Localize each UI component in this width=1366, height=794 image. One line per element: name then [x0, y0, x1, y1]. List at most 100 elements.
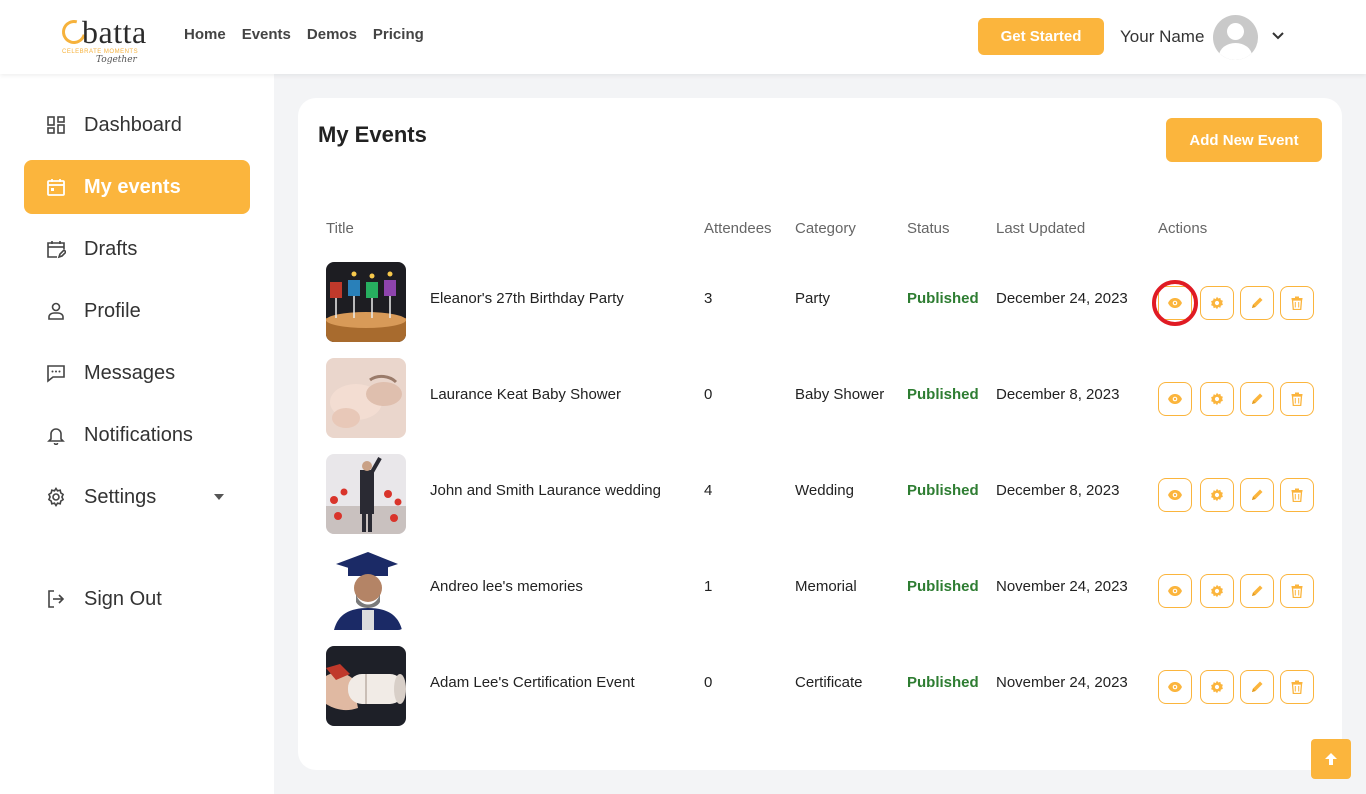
eye-icon: [1168, 586, 1182, 596]
sidebar-item-label: Profile: [84, 299, 141, 322]
event-last-updated: December 8, 2023: [996, 482, 1120, 499]
delete-button[interactable]: [1280, 382, 1314, 416]
sidebar-item-my-events[interactable]: My events: [24, 160, 250, 214]
event-attendees: 0: [704, 386, 713, 403]
nav-demos[interactable]: Demos: [307, 26, 357, 43]
sidebar-item-label: Settings: [84, 485, 157, 508]
edit-button[interactable]: [1240, 670, 1274, 704]
event-title[interactable]: John and Smith Laurance wedding: [430, 482, 661, 499]
logo-script: Together: [96, 55, 137, 65]
event-thumbnail[interactable]: [326, 262, 406, 342]
sign-out-icon: [46, 589, 66, 609]
logo-word: batta: [82, 14, 147, 50]
edit-button[interactable]: [1240, 382, 1274, 416]
event-last-updated: November 24, 2023: [996, 674, 1128, 691]
gear-icon: [46, 487, 66, 507]
settings-button[interactable]: [1200, 382, 1234, 416]
event-attendees: 0: [704, 674, 713, 691]
sidebar-item-drafts[interactable]: Drafts: [24, 222, 250, 276]
event-last-updated: December 8, 2023: [996, 386, 1120, 403]
event-title[interactable]: Adam Lee's Certification Event: [430, 674, 635, 691]
sidebar-item-label: Drafts: [84, 237, 138, 260]
sidebar-item-label: My events: [84, 175, 181, 198]
event-category: Memorial: [795, 578, 857, 595]
trash-icon: [1291, 680, 1303, 694]
column-header-attendees: Attendees: [704, 220, 772, 237]
trash-icon: [1291, 584, 1303, 598]
delete-button[interactable]: [1280, 478, 1314, 512]
nav-events[interactable]: Events: [242, 26, 291, 43]
get-started-button[interactable]: Get Started: [978, 18, 1104, 55]
gear-icon: [1211, 392, 1223, 406]
sidebar-item-dashboard[interactable]: Dashboard: [24, 98, 250, 152]
column-header-status: Status: [907, 220, 950, 237]
status-badge: Published: [907, 386, 979, 403]
table-row: John and Smith Laurance wedding 4 Weddin…: [298, 454, 1342, 534]
sidebar-item-settings[interactable]: Settings: [24, 470, 250, 524]
scroll-to-top-button[interactable]: [1311, 739, 1351, 779]
settings-button[interactable]: [1200, 574, 1234, 608]
avatar[interactable]: [1213, 15, 1258, 60]
dashboard-icon: [46, 115, 66, 135]
nav-pricing[interactable]: Pricing: [373, 26, 424, 43]
event-category: Certificate: [795, 674, 863, 691]
trash-icon: [1291, 296, 1303, 310]
event-title[interactable]: Laurance Keat Baby Shower: [430, 386, 621, 403]
event-thumbnail[interactable]: [326, 646, 406, 726]
pencil-icon: [1252, 297, 1263, 308]
pencil-icon: [1252, 681, 1263, 692]
view-button[interactable]: [1158, 286, 1192, 320]
sidebar-item-notifications[interactable]: Notifications: [24, 408, 250, 462]
edit-button[interactable]: [1240, 478, 1274, 512]
add-new-event-button[interactable]: Add New Event: [1166, 118, 1322, 162]
pencil-icon: [1252, 393, 1263, 404]
column-header-category: Category: [795, 220, 856, 237]
sidebar-item-sign-out[interactable]: Sign Out: [24, 572, 250, 626]
settings-button[interactable]: [1200, 478, 1234, 512]
eye-icon: [1168, 682, 1182, 692]
nav-home[interactable]: Home: [184, 26, 226, 43]
delete-button[interactable]: [1280, 670, 1314, 704]
event-title[interactable]: Andreo lee's memories: [430, 578, 583, 595]
event-thumbnail[interactable]: [326, 550, 406, 630]
column-header-title: Title: [326, 220, 354, 237]
event-title[interactable]: Eleanor's 27th Birthday Party: [430, 290, 624, 307]
user-name[interactable]: Your Name: [1120, 27, 1204, 47]
view-button[interactable]: [1158, 478, 1192, 512]
table-row: Eleanor's 27th Birthday Party 3 Party Pu…: [298, 262, 1342, 342]
delete-button[interactable]: [1280, 286, 1314, 320]
event-thumbnail[interactable]: [326, 454, 406, 534]
settings-button[interactable]: [1200, 670, 1234, 704]
event-category: Party: [795, 290, 831, 307]
view-button[interactable]: [1158, 670, 1192, 704]
sidebar-item-profile[interactable]: Profile: [24, 284, 250, 338]
view-button[interactable]: [1158, 382, 1192, 416]
sidebar-item-messages[interactable]: Messages: [24, 346, 250, 400]
my-events-card: My Events Add New Event Title Attendees …: [298, 98, 1342, 770]
message-icon: [46, 363, 66, 383]
chevron-down-icon[interactable]: [1270, 26, 1286, 46]
view-button[interactable]: [1158, 574, 1192, 608]
trash-icon: [1291, 488, 1303, 502]
eye-icon: [1168, 298, 1182, 308]
edit-button[interactable]: [1240, 286, 1274, 320]
settings-button[interactable]: [1200, 286, 1234, 320]
batta-logo[interactable]: batta CELEBRATE MOMENTS Together: [57, 14, 164, 65]
delete-button[interactable]: [1280, 574, 1314, 608]
status-badge: Published: [907, 290, 979, 307]
table-row: Andreo lee's memories 1 Memorial Publish…: [298, 550, 1342, 630]
column-header-last-updated: Last Updated: [996, 220, 1086, 237]
sidebar-item-label: Notifications: [84, 423, 193, 446]
event-thumbnail[interactable]: [326, 358, 406, 438]
edit-button[interactable]: [1240, 574, 1274, 608]
calendar-edit-icon: [46, 239, 66, 259]
sidebar-item-label: Messages: [84, 361, 176, 384]
bell-icon: [46, 425, 66, 445]
eye-icon: [1168, 394, 1182, 404]
calendar-icon: [46, 177, 66, 197]
status-badge: Published: [907, 578, 979, 595]
trash-icon: [1291, 392, 1303, 406]
gear-icon: [1211, 680, 1223, 694]
caret-down-icon[interactable]: [214, 494, 224, 500]
user-icon: [46, 301, 66, 321]
